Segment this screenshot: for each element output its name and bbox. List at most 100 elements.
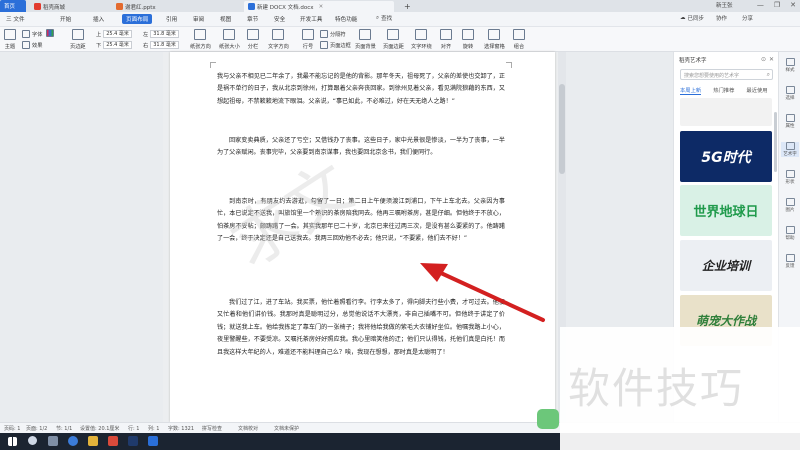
photoshop-icon[interactable] <box>128 436 138 446</box>
art-text-tool-button[interactable]: 艺术字 <box>781 142 799 157</box>
status-page[interactable]: 页码: 1 <box>4 425 20 432</box>
line-number-button[interactable]: 行号 <box>302 29 314 50</box>
page-border-button[interactable]: 页面边框 <box>320 41 351 49</box>
paragraph[interactable]: 回家变卖典质，父亲还了亏空；又借钱办了丧事。这些日子，家中光景很是惨淡，一半为了… <box>217 135 505 160</box>
text-direction-button[interactable]: 文字方向 <box>268 29 289 50</box>
feedback-icon <box>785 254 795 262</box>
page-margin-label: 页面边距 <box>383 44 404 50</box>
floating-assistant-button[interactable] <box>537 409 559 429</box>
new-tab-button[interactable]: + <box>400 1 412 12</box>
maximize-button[interactable]: ❐ <box>774 1 780 9</box>
wrap-icon <box>415 29 428 40</box>
right-margin-field[interactable]: 右 31.8 毫米 <box>143 41 179 49</box>
menu-special[interactable]: 特色功能 <box>335 15 357 23</box>
browser-icon[interactable] <box>68 436 78 446</box>
search-icon[interactable]: ⌕ <box>767 71 770 79</box>
menu-layout[interactable]: 页面布局 <box>122 14 153 24</box>
status-spellcheck[interactable]: 拼写检查 <box>202 425 222 432</box>
columns-button[interactable]: 分栏 <box>247 29 259 50</box>
panel-pin-icon[interactable]: ⊙ <box>761 56 766 63</box>
app-icon[interactable] <box>148 436 158 446</box>
page-margin-button[interactable]: 页面边距 <box>383 29 404 50</box>
effect-button[interactable]: 效果 <box>22 41 42 49</box>
user-name[interactable]: 新王张 <box>716 1 733 9</box>
scrollbar-thumb[interactable] <box>559 84 565 174</box>
select-tool-button[interactable]: 选择 <box>781 86 799 101</box>
tab-new-this-week[interactable]: 本周上新 <box>680 86 702 95</box>
minimize-button[interactable]: — <box>757 1 764 9</box>
close-button[interactable]: ✕ <box>790 1 796 9</box>
tab-document[interactable]: 新建 DOCX 文档.docx ✕ <box>244 1 394 12</box>
menu-home[interactable]: 开始 <box>60 15 71 23</box>
search-icon[interactable] <box>28 436 37 445</box>
sync-status[interactable]: ☁ 已同步 <box>680 14 704 22</box>
bottom-margin-field[interactable]: 下 25.4 毫米 <box>96 41 132 49</box>
page-background-button[interactable]: 页面背景 <box>355 29 376 50</box>
color-button[interactable] <box>46 29 54 37</box>
wrap-button[interactable]: 文字环绕 <box>411 29 432 50</box>
tab-recent[interactable]: 最近使用 <box>746 86 767 95</box>
panel-close-icon[interactable]: ✕ <box>769 56 774 63</box>
menu-references[interactable]: 引用 <box>166 15 177 23</box>
size-icon <box>223 29 236 40</box>
font-button[interactable]: 字体 <box>22 30 42 38</box>
file-menu[interactable]: 三 文件 <box>6 15 25 23</box>
bottom-margin-value[interactable]: 25.4 毫米 <box>103 41 132 49</box>
margins-button[interactable]: 页边距 <box>70 29 86 50</box>
document-page[interactable]: 我与父亲不相见已二年余了，我最不能忘记的是他的背影。那年冬天，祖母死了，父亲的差… <box>170 52 555 422</box>
windows-start-icon[interactable] <box>8 437 17 446</box>
paragraph[interactable]: 我们过了江，进了车站。我买票，他忙着照看行李。行李太多了，得向脚夫行些小费，才可… <box>217 297 505 359</box>
art-search-input[interactable]: 搜索您想要使用的艺术字 <box>680 69 773 80</box>
status-wordcount[interactable]: 字数: 1321 <box>168 425 194 432</box>
status-pages[interactable]: 页面: 1/2 <box>26 425 47 432</box>
tab-hot[interactable]: 热门推荐 <box>713 86 734 95</box>
page-break-button[interactable]: 分隔符 <box>320 30 346 38</box>
left-margin-value[interactable]: 31.8 毫米 <box>150 30 179 38</box>
group-button[interactable]: 组合 <box>513 29 525 50</box>
style-tool-button[interactable]: 样式 <box>781 58 799 73</box>
menu-developer[interactable]: 开发工具 <box>300 15 322 23</box>
menu-chapter[interactable]: 章节 <box>247 15 258 23</box>
art-card-5g[interactable]: 5G时代 <box>680 131 772 182</box>
help-tool-button[interactable]: 帮助 <box>781 226 799 241</box>
theme-button[interactable]: 主题 <box>4 29 16 50</box>
top-margin-value[interactable]: 25.4 毫米 <box>103 30 132 38</box>
task-view-icon[interactable] <box>48 436 58 446</box>
top-margin-field[interactable]: 上 25.4 毫米 <box>96 30 132 38</box>
tab-shop[interactable]: 稻壳商城 <box>30 1 92 12</box>
align-button[interactable]: 对齐 <box>440 29 452 50</box>
folder-icon[interactable] <box>88 436 98 446</box>
art-card-earth-day[interactable]: 世界地球日 <box>680 185 772 236</box>
collab-button[interactable]: 协作 <box>716 14 727 22</box>
menu-security[interactable]: 安全 <box>274 15 285 23</box>
shape-tool-button[interactable]: 形状 <box>781 170 799 185</box>
wps-icon[interactable] <box>108 436 118 446</box>
art-card-blank[interactable] <box>680 98 772 126</box>
art-card-label: 5G时代 <box>701 149 751 166</box>
menu-review[interactable]: 审阅 <box>193 15 204 23</box>
status-proofread[interactable]: 文档校对 <box>238 425 258 432</box>
close-tab-icon[interactable]: ✕ <box>319 4 324 10</box>
menu-insert[interactable]: 插入 <box>93 15 104 23</box>
cloud-icon: ☁ <box>680 15 686 21</box>
left-margin-field[interactable]: 左 31.8 毫米 <box>143 30 179 38</box>
right-margin-value[interactable]: 31.8 毫米 <box>150 41 179 49</box>
ribbon-toolbar: 主题 字体 效果 页边距 上 25.4 毫米 下 25.4 毫米 左 31.8 … <box>0 27 800 52</box>
line-number-label: 行号 <box>302 44 314 50</box>
rotate-button[interactable]: 旋转 <box>462 29 474 50</box>
share-button[interactable]: 分享 <box>742 14 753 22</box>
size-button[interactable]: 纸张大小 <box>219 29 240 50</box>
image-tool-button[interactable]: 图片 <box>781 198 799 213</box>
tab-home[interactable]: 首页 <box>0 0 26 12</box>
search-box[interactable]: ⌕ 查找 <box>376 14 392 23</box>
art-card-training[interactable]: 企业培训 <box>680 240 772 291</box>
select-pane-button[interactable]: 选择窗格 <box>484 29 505 50</box>
panel-scrollbar[interactable] <box>774 112 777 172</box>
orientation-button[interactable]: 纸张方向 <box>190 29 211 50</box>
status-protect[interactable]: 文档未保护 <box>274 425 299 432</box>
tab-ppt[interactable]: 谢君红.pptx <box>112 1 232 12</box>
paragraph[interactable]: 我与父亲不相见已二年余了，我最不能忘记的是他的背影。那年冬天，祖母死了，父亲的差… <box>217 71 505 108</box>
feedback-tool-button[interactable]: 反馈 <box>781 254 799 269</box>
menu-view[interactable]: 视图 <box>220 15 231 23</box>
property-tool-button[interactable]: 属性 <box>781 114 799 129</box>
